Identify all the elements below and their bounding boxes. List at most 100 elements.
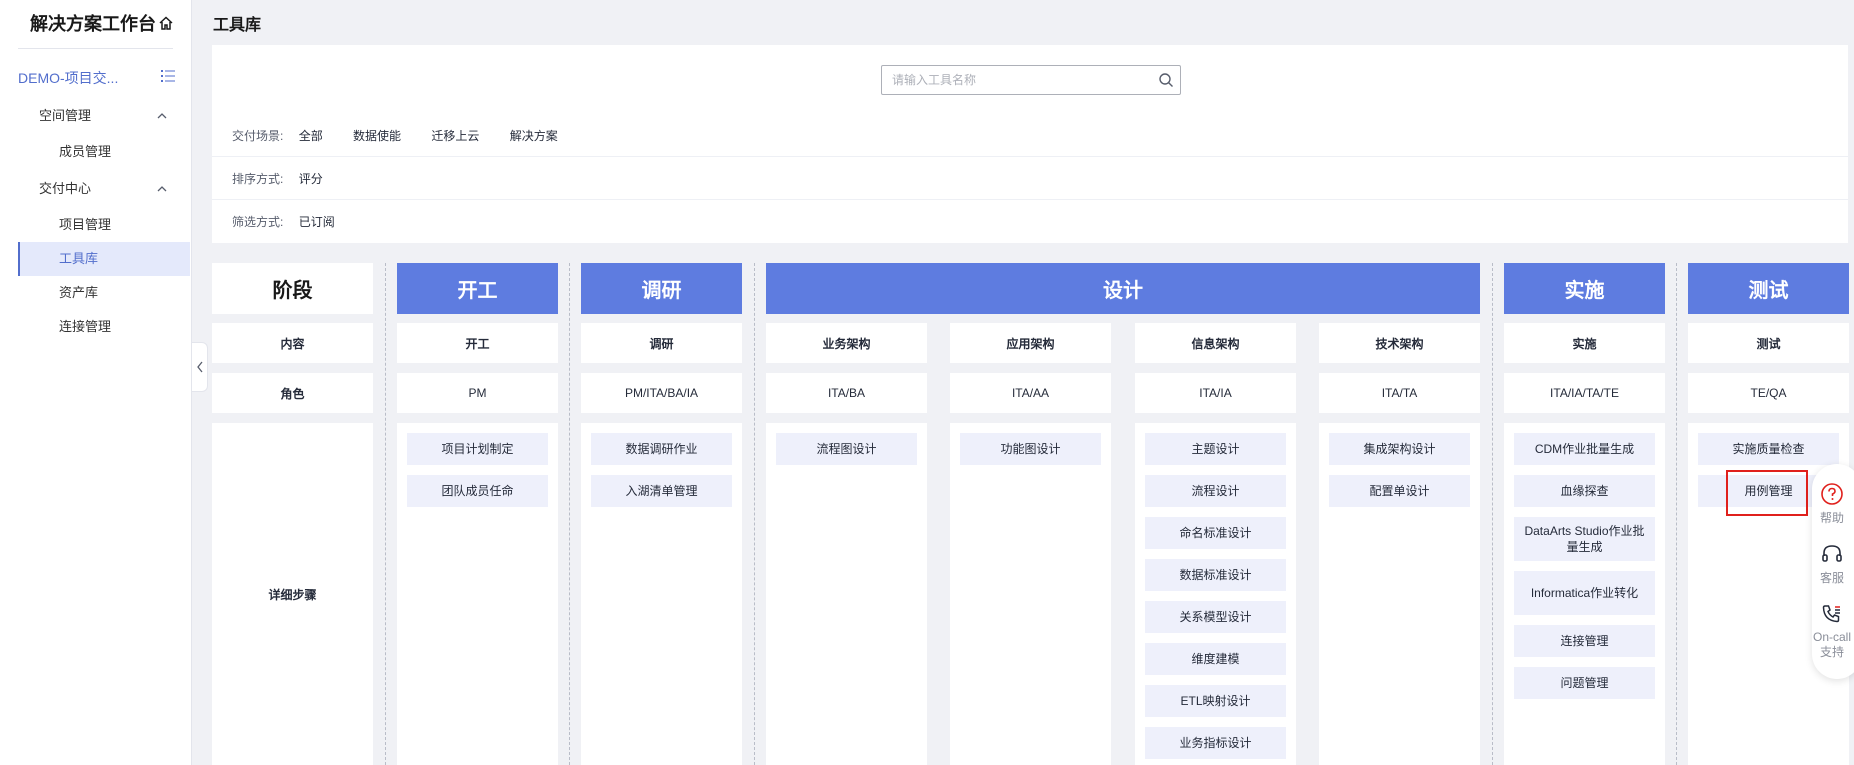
step-button[interactable]: 数据标准设计 — [1145, 559, 1286, 591]
step-button[interactable]: DataArts Studio作业批量生成 — [1514, 517, 1655, 561]
list-icon[interactable] — [160, 68, 176, 84]
role-cell: ITA/IA/TA/TE — [1504, 373, 1665, 413]
role-cell: TE/QA — [1688, 373, 1849, 413]
stage-header-design: 设计 — [766, 263, 1480, 314]
step-button[interactable]: CDM作业批量生成 — [1514, 433, 1655, 465]
search-box[interactable] — [881, 65, 1181, 95]
step-button[interactable]: ETL映射设计 — [1145, 685, 1286, 717]
step-button[interactable]: 命名标准设计 — [1145, 517, 1286, 549]
role-cell: ITA/BA — [766, 373, 927, 413]
step-button[interactable]: 数据调研作业 — [591, 433, 732, 465]
content-cell: 技术架构 — [1319, 323, 1480, 363]
step-button[interactable]: 流程设计 — [1145, 475, 1286, 507]
filter-row: 筛选方式: 已订阅 — [212, 201, 1848, 243]
sidebar-item-toolbox[interactable]: 工具库 — [18, 242, 190, 276]
step-button[interactable]: 配置单设计 — [1329, 475, 1470, 507]
column-separator — [1676, 263, 1677, 765]
column-separator — [1492, 263, 1493, 765]
home-icon[interactable] — [158, 15, 174, 31]
service-label: 客服 — [1819, 571, 1844, 585]
help-button[interactable]: 帮助 — [1812, 482, 1852, 526]
step-button[interactable]: 关系模型设计 — [1145, 601, 1286, 633]
sidebar-group-delivery[interactable]: 交付中心 — [39, 178, 91, 197]
row-label-steps: 详细步骤 — [212, 423, 373, 765]
content-cell: 测试 — [1688, 323, 1849, 363]
content-cell: 应用架构 — [950, 323, 1111, 363]
column-separator — [754, 263, 755, 765]
sidebar-item-assets[interactable]: 资产库 — [18, 276, 190, 310]
column-separator — [385, 263, 386, 765]
steps-column: CDM作业批量生成 血缘探查 DataArts Studio作业批量生成 Inf… — [1504, 423, 1665, 765]
sidebar: 解决方案工作台 DEMO-项目交... 空间管理 成员管理 交付中心 项目管理 … — [0, 0, 192, 765]
step-button[interactable]: 业务指标设计 — [1145, 727, 1286, 759]
sidebar-item-members[interactable]: 成员管理 — [18, 135, 190, 169]
stage-header-kickoff: 开工 — [397, 263, 558, 314]
steps-column: 流程图设计 — [766, 423, 927, 765]
service-button[interactable]: 客服 — [1812, 542, 1852, 586]
chevron-up-icon[interactable] — [156, 183, 168, 195]
role-cell: PM/ITA/BA/IA — [581, 373, 742, 413]
content-cell: 调研 — [581, 323, 742, 363]
content-cell: 开工 — [397, 323, 558, 363]
chevron-up-icon[interactable] — [156, 110, 168, 122]
steps-column: 数据调研作业 入湖清单管理 — [581, 423, 742, 765]
sort-row: 排序方式: 评分 — [212, 158, 1848, 200]
row-label-role: 角色 — [212, 373, 373, 413]
step-button[interactable]: 功能图设计 — [960, 433, 1101, 465]
step-button[interactable]: Informatica作业转化 — [1514, 571, 1655, 615]
scene-option-data[interactable]: 数据使能 — [353, 115, 401, 157]
page-title: 工具库 — [213, 17, 262, 34]
content-cell: 业务架构 — [766, 323, 927, 363]
content-cell: 实施 — [1504, 323, 1665, 363]
highlight-box — [1726, 470, 1808, 516]
step-button[interactable]: 血缘探查 — [1514, 475, 1655, 507]
phone-icon — [1822, 605, 1840, 623]
column-separator — [569, 263, 570, 765]
sidebar-group-space[interactable]: 空间管理 — [39, 105, 91, 124]
filter-label: 筛选方式: — [232, 215, 284, 229]
oncall-label: On-call支持 — [1812, 630, 1851, 659]
help-label: 帮助 — [1819, 511, 1844, 525]
step-button[interactable]: 团队成员任命 — [407, 475, 548, 507]
filter-option-subscribed[interactable]: 已订阅 — [299, 201, 335, 243]
scene-option-solution[interactable]: 解决方案 — [510, 115, 558, 157]
step-button[interactable]: 流程图设计 — [776, 433, 917, 465]
scene-option-all[interactable]: 全部 — [299, 115, 323, 157]
scene-filter-row: 交付场景: 全部 数据使能 迁移上云 解决方案 — [212, 115, 1848, 157]
step-button[interactable]: 主题设计 — [1145, 433, 1286, 465]
sort-option-rating[interactable]: 评分 — [299, 158, 323, 200]
row-label-stage: 阶段 — [212, 263, 373, 314]
floating-help-bar: 帮助 客服 On-call支持 — [1812, 464, 1854, 679]
step-button[interactable]: 维度建模 — [1145, 643, 1286, 675]
help-icon — [1821, 483, 1843, 505]
scene-label: 交付场景: — [232, 129, 284, 143]
search-icon[interactable] — [1158, 72, 1174, 88]
step-button[interactable]: 入湖清单管理 — [591, 475, 732, 507]
sort-label: 排序方式: — [232, 172, 284, 186]
sidebar-item-projects[interactable]: 项目管理 — [18, 208, 190, 242]
project-selector[interactable]: DEMO-项目交... — [18, 68, 118, 88]
step-button[interactable]: 实施质量检查 — [1698, 433, 1839, 465]
scene-option-migration[interactable]: 迁移上云 — [431, 115, 479, 157]
steps-column: 主题设计 流程设计 命名标准设计 数据标准设计 关系模型设计 维度建模 ETL映… — [1135, 423, 1296, 765]
role-cell: ITA/IA — [1135, 373, 1296, 413]
search-input[interactable] — [882, 66, 1142, 94]
sidebar-collapse-toggle[interactable] — [192, 342, 208, 392]
oncall-button[interactable]: On-call支持 — [1812, 602, 1852, 660]
step-button[interactable]: 连接管理 — [1514, 625, 1655, 657]
headset-icon — [1822, 545, 1842, 562]
sidebar-item-connections[interactable]: 连接管理 — [18, 310, 190, 344]
step-button[interactable]: 问题管理 — [1514, 667, 1655, 699]
step-button[interactable]: 项目计划制定 — [407, 433, 548, 465]
filter-panel: 交付场景: 全部 数据使能 迁移上云 解决方案 排序方式: 评分 筛选方式: 已… — [212, 45, 1848, 243]
steps-column: 项目计划制定 团队成员任命 — [397, 423, 558, 765]
role-cell: ITA/AA — [950, 373, 1111, 413]
chevron-left-icon — [196, 361, 203, 373]
step-button[interactable]: 集成架构设计 — [1329, 433, 1470, 465]
steps-column: 集成架构设计 配置单设计 — [1319, 423, 1480, 765]
stage-header-implement: 实施 — [1504, 263, 1665, 314]
workbench-title-text: 解决方案工作台 — [30, 14, 156, 34]
steps-column: 功能图设计 — [950, 423, 1111, 765]
sidebar-divider — [18, 48, 173, 49]
workbench-title: 解决方案工作台 — [30, 10, 174, 36]
